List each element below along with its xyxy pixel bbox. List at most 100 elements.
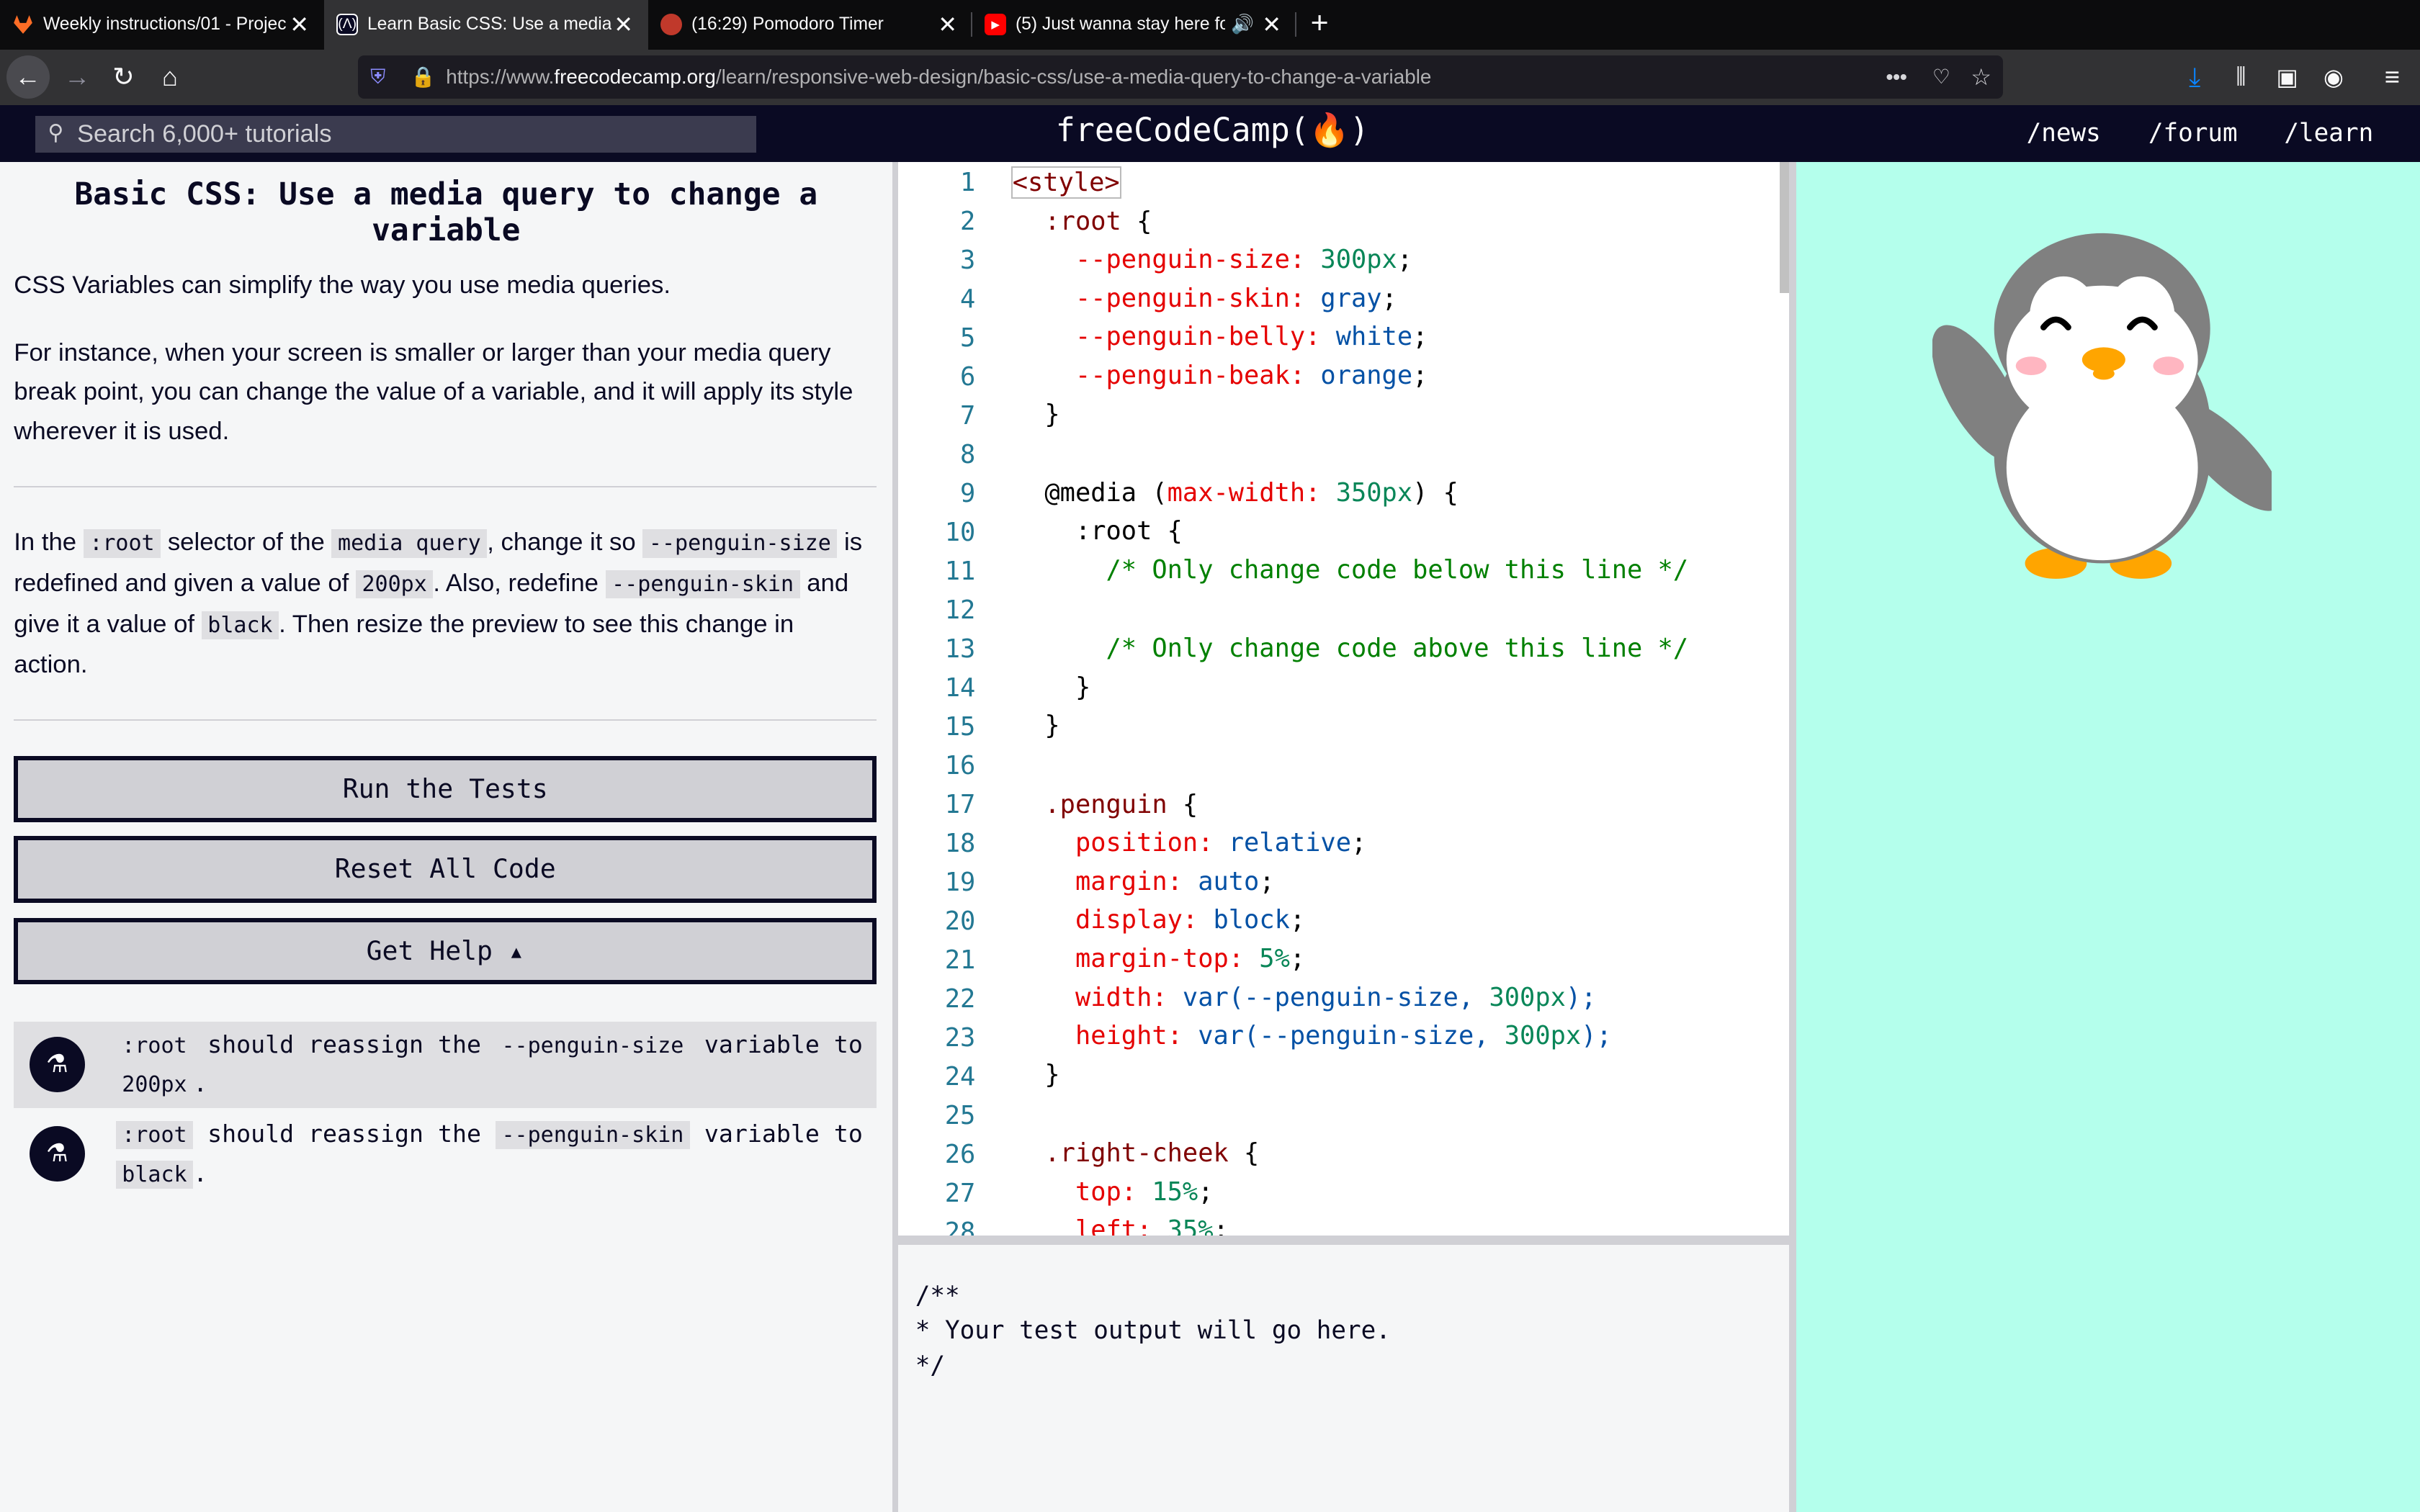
search-input[interactable] bbox=[77, 115, 741, 153]
code-line: } bbox=[1013, 711, 1060, 741]
search-icon: ⚲ bbox=[48, 121, 64, 145]
test-flask-icon: ⚗ bbox=[29, 1036, 85, 1093]
url-domain: freecodecamp.org bbox=[554, 66, 716, 89]
code-200px: 200px bbox=[355, 570, 434, 599]
line-number: 25 bbox=[944, 1101, 976, 1131]
nav-news[interactable]: /news bbox=[2027, 119, 2101, 148]
test-output-panel: /** * Your test output will go here. */ bbox=[898, 1245, 1789, 1512]
tab-title: (16:29) Pomodoro Timer bbox=[691, 14, 884, 35]
task-text: In the :root selector of the media query… bbox=[14, 528, 863, 679]
nav-learn[interactable]: /learn bbox=[2284, 119, 2373, 148]
close-tab-icon[interactable]: ✕ bbox=[936, 11, 960, 38]
close-tab-icon[interactable]: ✕ bbox=[611, 11, 636, 38]
shield-icon[interactable]: ⛨ bbox=[370, 55, 385, 99]
line-number: 27 bbox=[944, 1179, 976, 1209]
search-box[interactable]: ⚲ bbox=[35, 115, 756, 153]
more-actions-icon[interactable]: ••• bbox=[1886, 55, 1907, 99]
line-number: 5 bbox=[960, 323, 976, 354]
downloads-icon[interactable]: ⤓ bbox=[2173, 55, 2216, 99]
line-number: 16 bbox=[944, 751, 976, 781]
line-number: 26 bbox=[944, 1140, 976, 1170]
youtube-icon: ▶ bbox=[985, 14, 1007, 36]
bookmark-star-icon[interactable]: ☆ bbox=[1971, 55, 1991, 99]
reload-button[interactable]: ↻ bbox=[102, 55, 145, 99]
url-text[interactable]: https://www.freecodecamp.org/learn/respo… bbox=[446, 55, 1431, 99]
line-number-gutter: 1 2 3 4 5 6 7 8 9 10 11 12 13 14 15 16 17 18 19 20 21 22 23 24 2… bbox=[898, 162, 991, 1236]
code-line: position: relative; bbox=[1013, 828, 1367, 858]
code-media-query: media query bbox=[331, 529, 488, 558]
tab-youtube[interactable]: ▶ (5) Just wanna stay here for 🔊 ✕ bbox=[972, 0, 1296, 50]
home-button[interactable]: ⌂ bbox=[148, 55, 192, 99]
output-line: * Your test output will go here. bbox=[915, 1315, 1391, 1345]
editor-output-resizer[interactable] bbox=[898, 1236, 1789, 1246]
pocket-icon[interactable]: ♡ bbox=[1932, 55, 1950, 99]
reset-code-button[interactable]: Reset All Code bbox=[14, 836, 877, 903]
gitlab-icon bbox=[12, 14, 34, 35]
run-tests-button[interactable]: Run the Tests bbox=[14, 756, 877, 823]
nav-forum[interactable]: /forum bbox=[2148, 119, 2238, 148]
close-tab-icon[interactable]: ✕ bbox=[287, 11, 312, 38]
url-prefix: https://www. bbox=[446, 66, 555, 89]
fcc-header: ⚲ freeCodeCamp(🔥) /news /forum /learn bbox=[0, 104, 2420, 162]
description-text: For instance, when your screen is smalle… bbox=[14, 338, 853, 446]
line-number: 1 bbox=[960, 168, 976, 198]
instructions-pane: Basic CSS: Use a media query to change a… bbox=[0, 162, 892, 1512]
code-line: } bbox=[1013, 399, 1060, 429]
code-penguin-skin: --penguin-skin bbox=[605, 570, 800, 599]
line-number: 6 bbox=[960, 362, 976, 392]
browser-tab-bar: Weekly instructions/01 - Projec ✕ (Λ) Le… bbox=[0, 0, 2420, 50]
menu-icon[interactable]: ≡ bbox=[2370, 55, 2414, 99]
tab-gitlab[interactable]: Weekly instructions/01 - Projec ✕ bbox=[0, 0, 324, 50]
sidebar-icon[interactable]: ▣ bbox=[2266, 55, 2309, 99]
tomato-icon bbox=[660, 14, 683, 36]
line-number: 17 bbox=[944, 790, 976, 820]
code-line: top: 15%; bbox=[1013, 1176, 1214, 1207]
account-icon[interactable]: ◉ bbox=[2312, 55, 2355, 99]
line-number: 18 bbox=[944, 829, 976, 859]
code-line: display: block; bbox=[1013, 905, 1306, 935]
test-flask-icon: ⚗ bbox=[29, 1126, 85, 1182]
code-line: } bbox=[1013, 672, 1091, 702]
code-line: width: var(--penguin-size, 300px); bbox=[1013, 982, 1597, 1012]
line-number: 10 bbox=[944, 518, 976, 548]
line-number: 20 bbox=[944, 906, 976, 937]
code-line: height: var(--penguin-size, 300px); bbox=[1013, 1021, 1612, 1051]
output-line: /** bbox=[915, 1282, 960, 1311]
line-number: 21 bbox=[944, 945, 976, 976]
browser-toolbar: ← → ↻ ⌂ ⛨ 🔒 https://www.freecodecamp.org… bbox=[0, 49, 2420, 105]
line-number: 19 bbox=[944, 868, 976, 898]
code-line: --penguin-size: 300px; bbox=[1013, 245, 1413, 275]
lock-icon[interactable]: 🔒 bbox=[411, 55, 436, 99]
code-line: @media (max-width: 350px) { bbox=[1013, 477, 1458, 508]
library-icon[interactable]: ⫼ bbox=[2219, 55, 2262, 99]
freecodecamp-icon: (Λ) bbox=[336, 14, 359, 36]
new-tab-button[interactable]: + bbox=[1303, 6, 1337, 43]
test-text: :root should reassign the --penguin-skin… bbox=[115, 1115, 872, 1194]
code-editor[interactable]: 1 2 3 4 5 6 7 8 9 10 11 12 13 14 15 16 17 18 19 20 21 22 23 24 2… bbox=[898, 162, 1789, 1236]
editor-scrollbar[interactable] bbox=[1779, 162, 1789, 294]
code-line: .right-cheek { bbox=[1013, 1138, 1260, 1168]
back-button[interactable]: ← bbox=[6, 55, 50, 99]
line-number: 4 bbox=[960, 284, 976, 315]
freecodecamp-logo[interactable]: freeCodeCamp(🔥) bbox=[1056, 111, 1369, 149]
close-tab-icon[interactable]: ✕ bbox=[1260, 11, 1284, 38]
tab-title: Learn Basic CSS: Use a media q bbox=[367, 14, 611, 35]
line-number: 28 bbox=[944, 1218, 976, 1236]
tab-freecodecamp[interactable]: (Λ) Learn Basic CSS: Use a media q ✕ bbox=[324, 0, 648, 50]
code-root: :root bbox=[83, 529, 161, 558]
line-number: 9 bbox=[960, 479, 976, 509]
get-help-button[interactable]: Get Help ▴ bbox=[14, 918, 877, 985]
code-line: --penguin-belly: white; bbox=[1013, 322, 1428, 352]
forward-button[interactable]: → bbox=[55, 55, 99, 99]
code-line: <style> bbox=[1010, 166, 1121, 199]
code-line: --penguin-beak: orange; bbox=[1013, 361, 1428, 390]
code-line: --penguin-skin: gray; bbox=[1013, 283, 1397, 313]
pane-resizer[interactable] bbox=[1788, 162, 1797, 1512]
tab-pomodoro[interactable]: (16:29) Pomodoro Timer ✕ bbox=[648, 0, 972, 50]
speaker-icon[interactable]: 🔊 bbox=[1225, 14, 1259, 35]
line-number: 3 bbox=[960, 246, 976, 276]
url-path: /learn/responsive-web-design/basic-css/u… bbox=[715, 66, 1432, 89]
address-bar[interactable]: ⛨ 🔒 https://www.freecodecamp.org/learn/r… bbox=[358, 55, 2004, 99]
pane-resizer[interactable] bbox=[892, 162, 899, 1512]
code-line: left: 35%; bbox=[1013, 1215, 1229, 1236]
